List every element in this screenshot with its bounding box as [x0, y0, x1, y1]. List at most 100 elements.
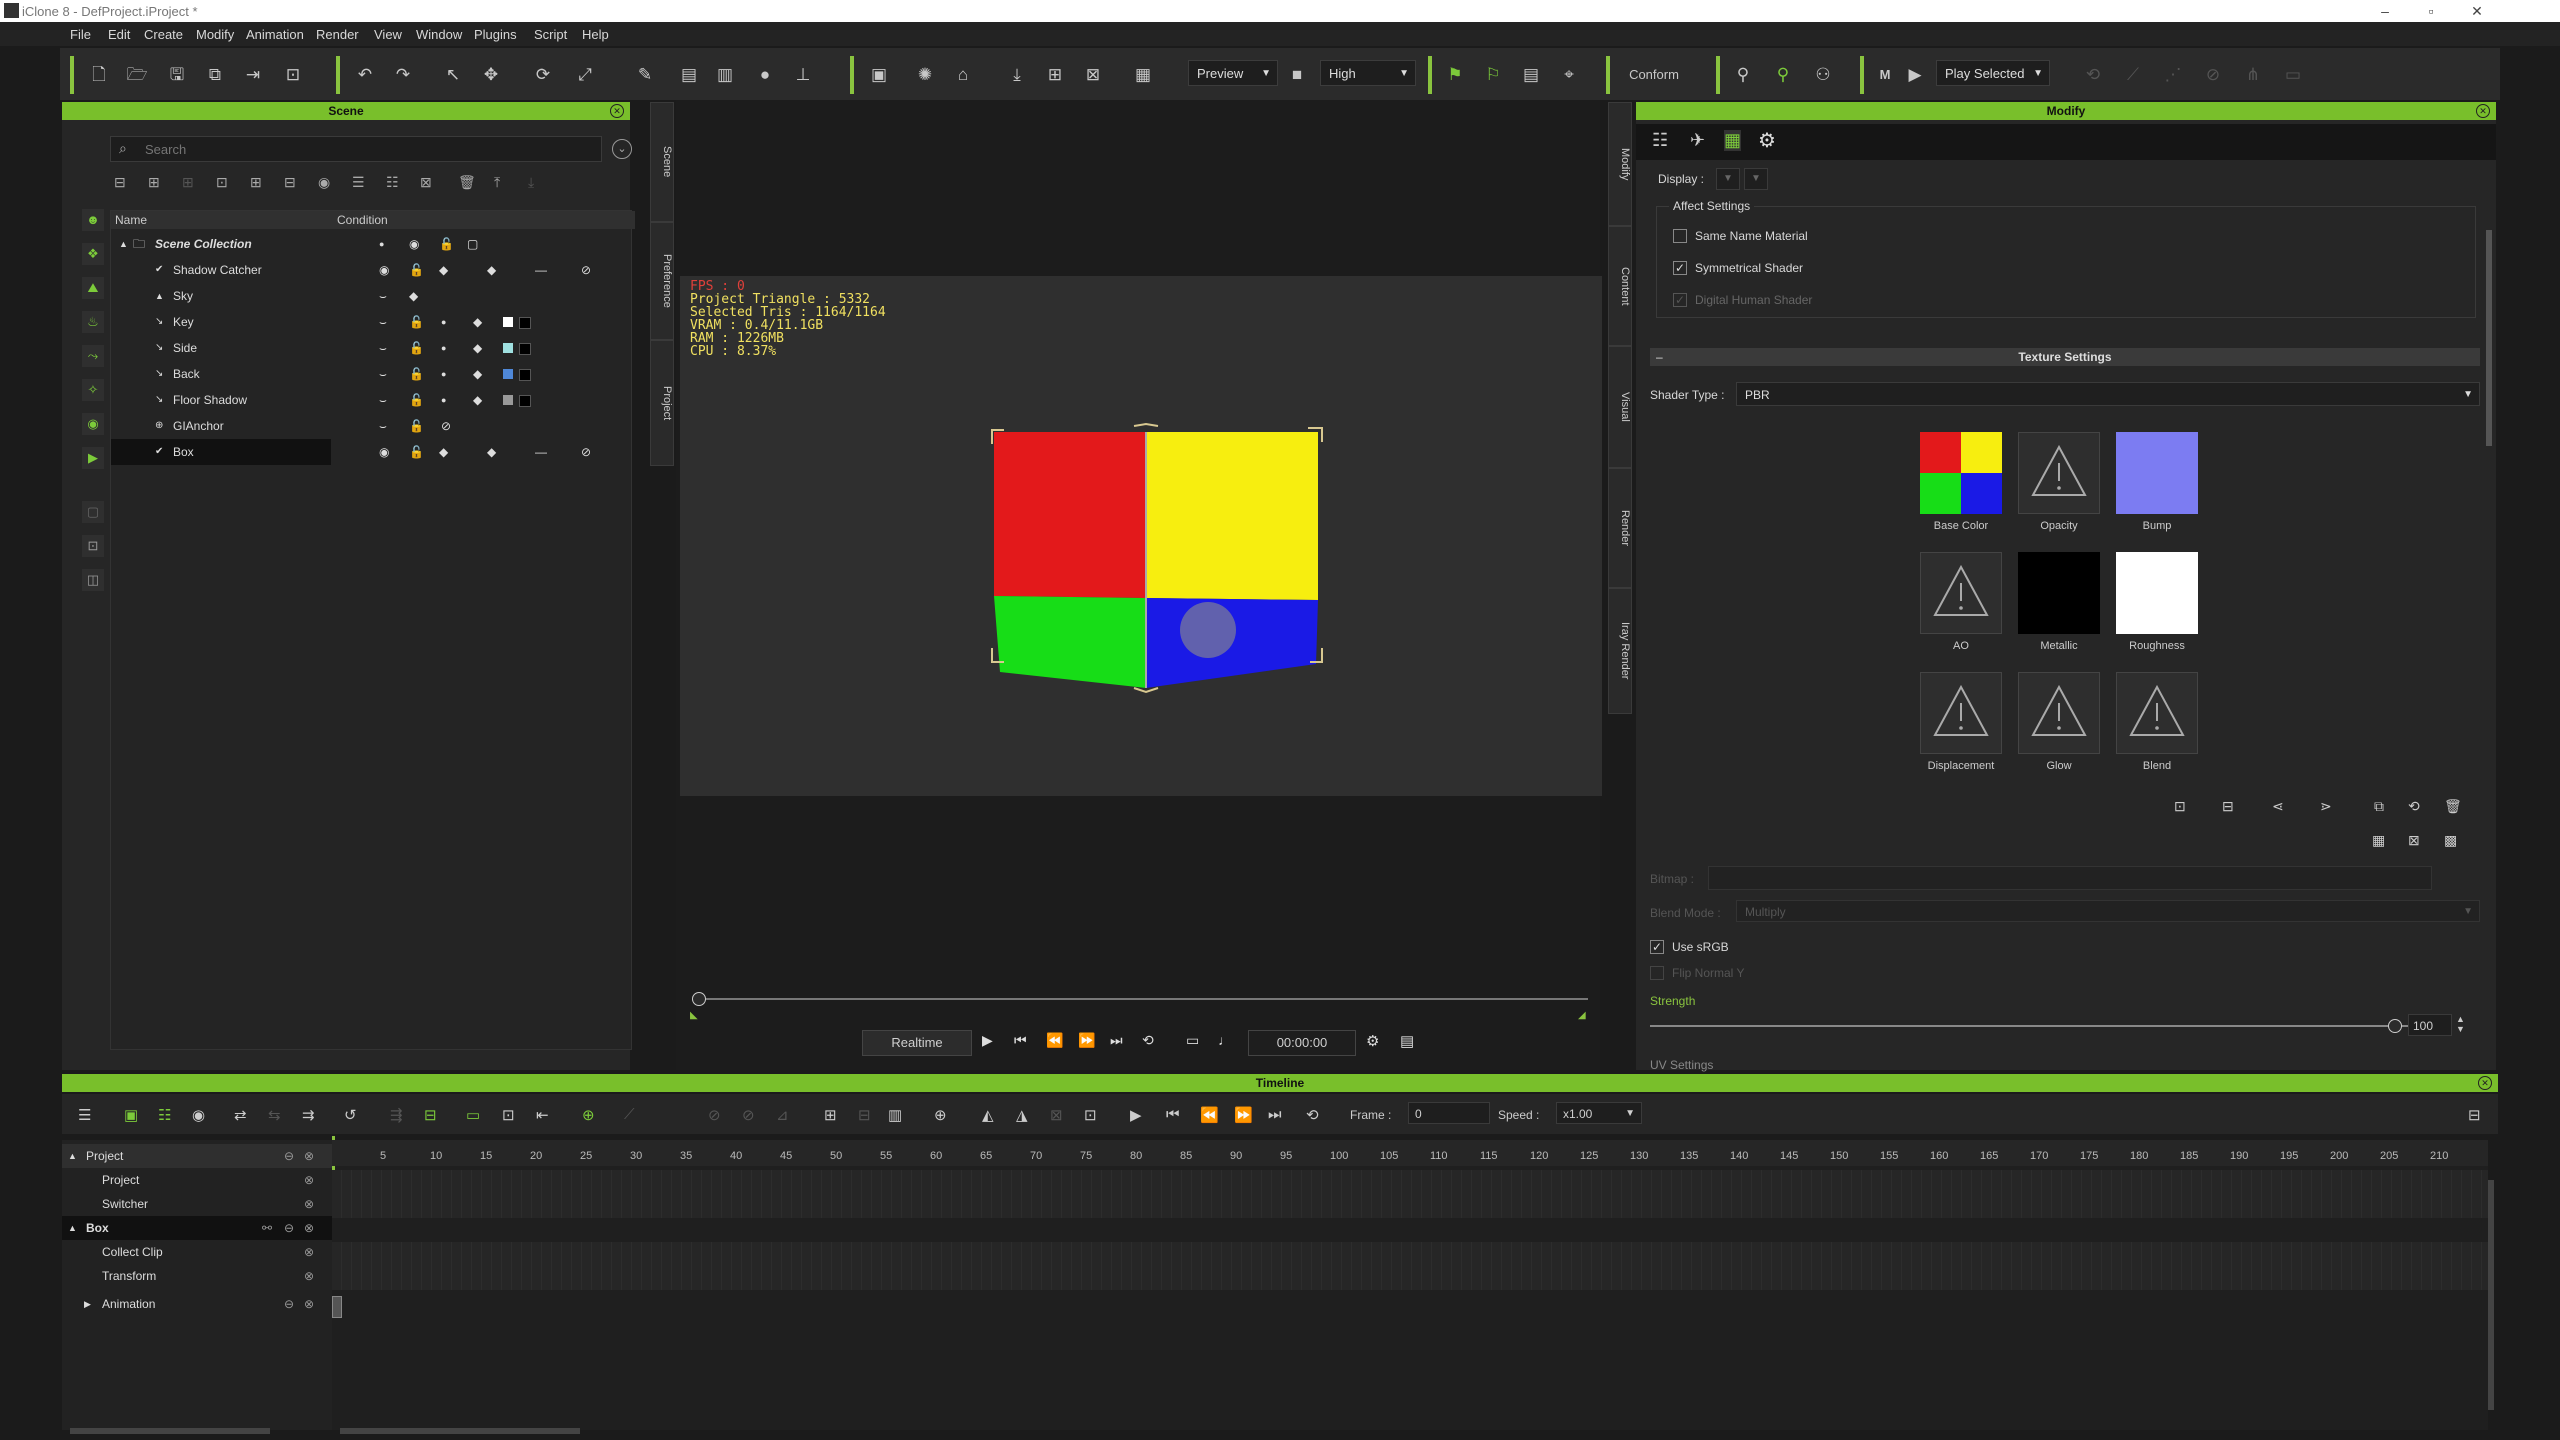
play-small-icon[interactable]: ▶ [1902, 62, 1928, 88]
remove-icon[interactable]: ⊗ [304, 1168, 314, 1192]
dash-icon[interactable]: — [535, 439, 547, 465]
strength-slider-thumb[interactable] [2388, 1019, 2402, 1033]
mute-icon[interactable]: ⊖ [284, 1292, 294, 1316]
tool-icon[interactable]: ▥ [888, 1106, 902, 1124]
collapse-icon[interactable]: – [1656, 348, 1663, 366]
eye-icon[interactable]: ◉ [379, 257, 389, 283]
flag-icon[interactable]: ⚐ [1480, 62, 1506, 88]
light-on-icon[interactable]: ● [441, 361, 446, 387]
tag-icon[interactable]: ⊘ [581, 257, 591, 283]
tree-row-box[interactable]: ✔ Box [111, 439, 331, 465]
lock-icon[interactable]: 🔓 [409, 257, 424, 283]
scale-icon[interactable]: ⤢ [572, 62, 598, 88]
tool-icon[interactable]: ⊡ [502, 1106, 515, 1124]
subtitle-icon[interactable]: ▭ [1186, 1032, 1199, 1049]
save-texture-icon[interactable]: ⊟ [2222, 798, 2234, 815]
eye-closed-icon[interactable]: ⌣ [379, 361, 387, 387]
lock-icon[interactable]: 🔓 [409, 309, 424, 335]
goto-end-icon[interactable]: ⏭ [1110, 1032, 1123, 1049]
visibility-icon[interactable]: ● [752, 62, 778, 88]
uv-settings-label[interactable]: UV Settings [1650, 1058, 1713, 1072]
expand-arrow-icon[interactable]: ▲ [68, 1216, 77, 1240]
camera-icon[interactable]: ■ [1284, 62, 1310, 88]
conform-button[interactable]: Conform [1614, 62, 1694, 88]
shadow-icon[interactable]: ◆ [439, 257, 448, 283]
deselect-icon[interactable]: ◫ [82, 569, 104, 591]
expand-arrow-icon[interactable]: ▶ [84, 1292, 91, 1316]
tool-icon[interactable]: ◭ [982, 1106, 994, 1124]
eye-closed-icon[interactable]: ⌣ [379, 335, 387, 361]
texture-settings-header[interactable]: – Texture Settings [1650, 348, 2480, 366]
tree-row-sky[interactable]: ▲ Sky ⌣ ◆ [111, 283, 631, 309]
quality-dropdown[interactable]: High ▼ [1320, 60, 1416, 86]
time-slider-thumb[interactable] [692, 992, 706, 1006]
prop-icon[interactable]: ❖ [82, 243, 104, 265]
shadow-color-swatch[interactable] [519, 317, 531, 329]
track-switcher[interactable]: Switcher ⊗ [62, 1192, 332, 1216]
timeline-tracks-area[interactable] [332, 1136, 2488, 1430]
timeline-ruler[interactable] [332, 1140, 2488, 1166]
shadow-icon[interactable]: ◆ [473, 309, 482, 335]
metallic-thumbnail[interactable] [2018, 552, 2100, 634]
tab-visual[interactable]: Visual [1608, 346, 1632, 468]
menu-plugins[interactable]: Plugins [474, 27, 517, 42]
share-icon[interactable]: ⋗ [2320, 798, 2332, 815]
zoom-icon[interactable]: ⊕ [934, 1106, 947, 1124]
menu-window[interactable]: Window [416, 27, 462, 42]
tool-icon[interactable]: ⇤ [536, 1106, 549, 1124]
mocap-icon[interactable]: M [1872, 62, 1898, 88]
tool-icon[interactable]: ⊞ [824, 1106, 837, 1124]
layer-icon[interactable]: ☷ [158, 1106, 171, 1124]
menu-modify[interactable]: Modify [196, 27, 234, 42]
undo-icon[interactable]: ↶ [352, 62, 378, 88]
add-group-icon[interactable]: ⊟ [114, 174, 126, 191]
expand-icon[interactable]: ⊡ [216, 174, 228, 191]
load-texture-icon[interactable]: ⊡ [2174, 798, 2186, 815]
next-frame-icon[interactable]: ⏩ [1234, 1106, 1253, 1124]
modify-scrollbar[interactable] [2486, 230, 2492, 446]
key-icon[interactable]: ▣ [124, 1106, 138, 1124]
effect-icon[interactable]: ◉ [82, 413, 104, 435]
shadow-icon[interactable]: ◆ [473, 387, 482, 413]
track-project[interactable]: Project ⊗ [62, 1168, 332, 1192]
remove-icon[interactable]: ⊗ [304, 1192, 314, 1216]
flip-normal-checkbox[interactable] [1650, 966, 1664, 980]
blend-mode-dropdown[interactable]: Multiply ▼ [1736, 900, 2480, 922]
list-icon[interactable]: ☰ [352, 174, 365, 191]
avatar-icon[interactable]: ☻ [82, 209, 104, 231]
tool-icon[interactable]: ⊘ [742, 1106, 755, 1124]
eye-closed-icon[interactable]: ⌣ [379, 283, 387, 309]
track-box-group[interactable]: ▲ Box ⚯ ⊖ ⊗ [62, 1216, 332, 1240]
range-end-marker[interactable]: ◢ [1578, 1010, 1586, 1021]
tag-icon[interactable]: ⊘ [581, 439, 591, 465]
track-project-group[interactable]: ▲ Project ⊖ ⊗ [62, 1144, 332, 1168]
shader-type-dropdown[interactable]: PBR ▼ [1736, 382, 2480, 406]
close-icon[interactable]: ✕ [610, 104, 624, 118]
lock-icon[interactable]: 🔓 [409, 361, 424, 387]
preview-dropdown[interactable]: Preview ▼ [1188, 60, 1278, 86]
eye-closed-icon[interactable]: ⌣ [379, 387, 387, 413]
disabled-icon[interactable]: ⊘ [441, 413, 451, 439]
time-slider-track[interactable] [696, 998, 1588, 1000]
new-file-icon[interactable]: 🗋 [86, 62, 112, 88]
tree-row-shadow-catcher[interactable]: ✔ Shadow Catcher ◉ 🔓 ◆ ◆ — ⊘ [111, 257, 631, 283]
cast-icon[interactable]: ◆ [487, 439, 496, 465]
pivot-icon[interactable]: ⊥ [790, 62, 816, 88]
goto-start-icon[interactable]: ⏮ [1014, 1032, 1027, 1049]
timecode-field[interactable]: 00:00:00 [1248, 1030, 1356, 1056]
ao-thumbnail[interactable] [1920, 552, 2002, 634]
checkbox-icon[interactable]: ▢ [467, 231, 478, 257]
camera-icon[interactable]: ▶ [82, 447, 104, 469]
bone-icon[interactable]: ⚲ [1730, 62, 1756, 88]
track-list-icon[interactable]: ☰ [78, 1106, 91, 1124]
tab-render[interactable]: Render [1608, 468, 1632, 588]
tool-icon[interactable]: ↺ [344, 1106, 357, 1124]
eye-closed-icon[interactable]: ⌣ [379, 413, 387, 439]
tree-row-back[interactable]: ↘ Back ⌣ 🔓 ● ◆ [111, 361, 631, 387]
play-selected-dropdown[interactable]: Play Selected ▼ [1936, 60, 2050, 86]
timeline-horizontal-scrollbar[interactable] [340, 1428, 580, 1434]
shadow-icon[interactable]: ◆ [409, 283, 418, 309]
light-color-swatch[interactable] [503, 343, 513, 353]
tree-row-gianchor[interactable]: ⊕ GIAnchor ⌣ 🔓 ⊘ [111, 413, 631, 439]
eye-dot-icon[interactable]: ● [379, 231, 384, 257]
